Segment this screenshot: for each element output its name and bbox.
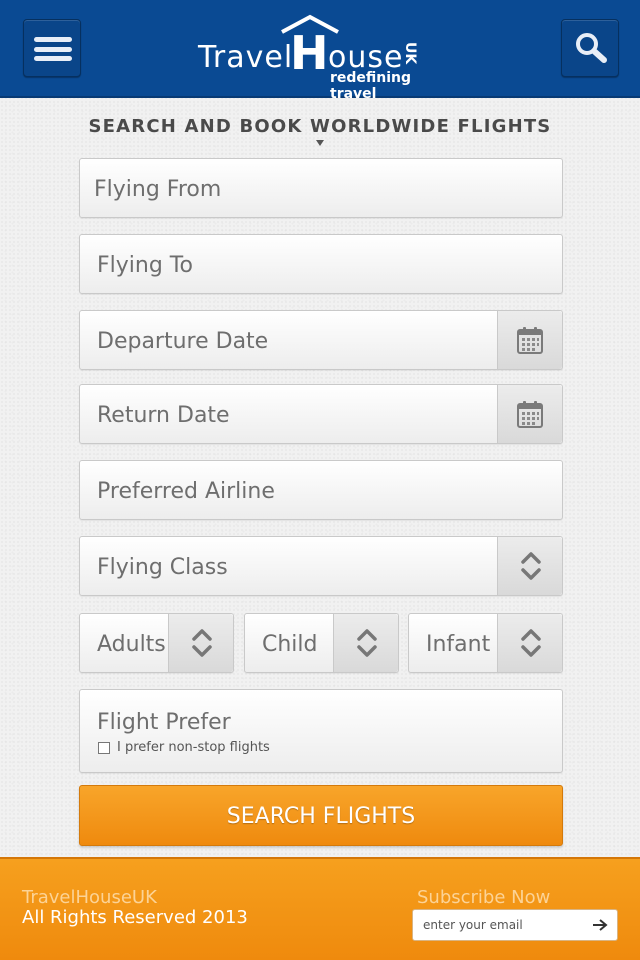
calendar-icon [517,327,543,354]
up-down-chevron-icon [192,629,212,657]
up-down-chevron-icon [521,629,541,657]
flying-to-field[interactable]: Flying To [79,234,563,294]
infant-toggle[interactable] [497,614,562,672]
menu-button[interactable] [23,19,81,77]
logo-house-h: H [290,26,329,80]
preferred-airline-field[interactable]: Preferred Airline [79,460,563,520]
app-footer: TravelHouseUK All Rights Reserved 2013 S… [0,857,640,960]
subscribe-email-input[interactable] [413,910,585,940]
flying-class-select[interactable]: Flying Class [79,536,563,596]
flying-from-field[interactable]: Flying From [79,158,563,218]
up-down-chevron-icon [357,629,377,657]
departure-date-field[interactable]: Departure Date [79,310,563,370]
app-header: Travel H ouse UK redefining travel [0,0,640,102]
return-calendar-button[interactable] [497,385,562,443]
logo-tagline: redefining travel [330,70,412,102]
child-placeholder: Child [262,632,318,657]
flying-class-placeholder: Flying Class [97,555,228,580]
search-flights-button[interactable]: SEARCH FLIGHTS [79,785,563,846]
flying-from-placeholder: Flying From [94,177,222,202]
departure-date-placeholder: Departure Date [97,329,269,354]
caret-down-icon [316,140,324,146]
flight-prefer-panel: Flight Prefer I prefer non-stop flights [79,689,563,773]
logo-travel-text: Travel [198,40,294,75]
child-select[interactable]: Child [244,613,399,673]
up-down-chevron-icon [521,552,541,580]
subscribe-label: Subscribe Now [417,887,551,908]
magnifier-icon [576,33,607,63]
non-stop-checkbox[interactable] [98,741,110,754]
hamburger-menu-icon [34,37,72,61]
non-stop-label[interactable]: I prefer non-stop flights [117,740,270,755]
flying-to-placeholder: Flying To [97,253,193,278]
search-flights-label: SEARCH FLIGHTS [226,804,416,829]
subscribe-form [412,909,618,941]
page-title: SEARCH AND BOOK WORLDWIDE FLIGHTS [88,116,552,137]
adults-placeholder: Adults [97,632,166,657]
footer-brand: TravelHouseUK [22,887,157,908]
travelhouse-logo[interactable]: Travel H ouse UK redefining travel [196,14,446,102]
infant-placeholder: Infant [426,632,491,657]
adults-select[interactable]: Adults [79,613,234,673]
child-toggle[interactable] [333,614,398,672]
search-button[interactable] [561,19,619,77]
non-stop-option[interactable]: I prefer non-stop flights [98,740,270,755]
flying-class-toggle[interactable] [497,537,562,595]
logo-uk-text: UK [402,42,418,65]
infant-select[interactable]: Infant [408,613,563,673]
adults-toggle[interactable] [168,614,233,672]
calendar-icon [517,401,543,428]
preferred-airline-placeholder: Preferred Airline [97,479,275,504]
return-date-placeholder: Return Date [97,403,230,428]
return-date-field[interactable]: Return Date [79,384,563,444]
flight-prefer-label: Flight Prefer [97,710,231,735]
departure-calendar-button[interactable] [497,311,562,369]
footer-copyright: All Rights Reserved 2013 [22,907,248,928]
arrow-right-icon[interactable] [591,917,609,933]
